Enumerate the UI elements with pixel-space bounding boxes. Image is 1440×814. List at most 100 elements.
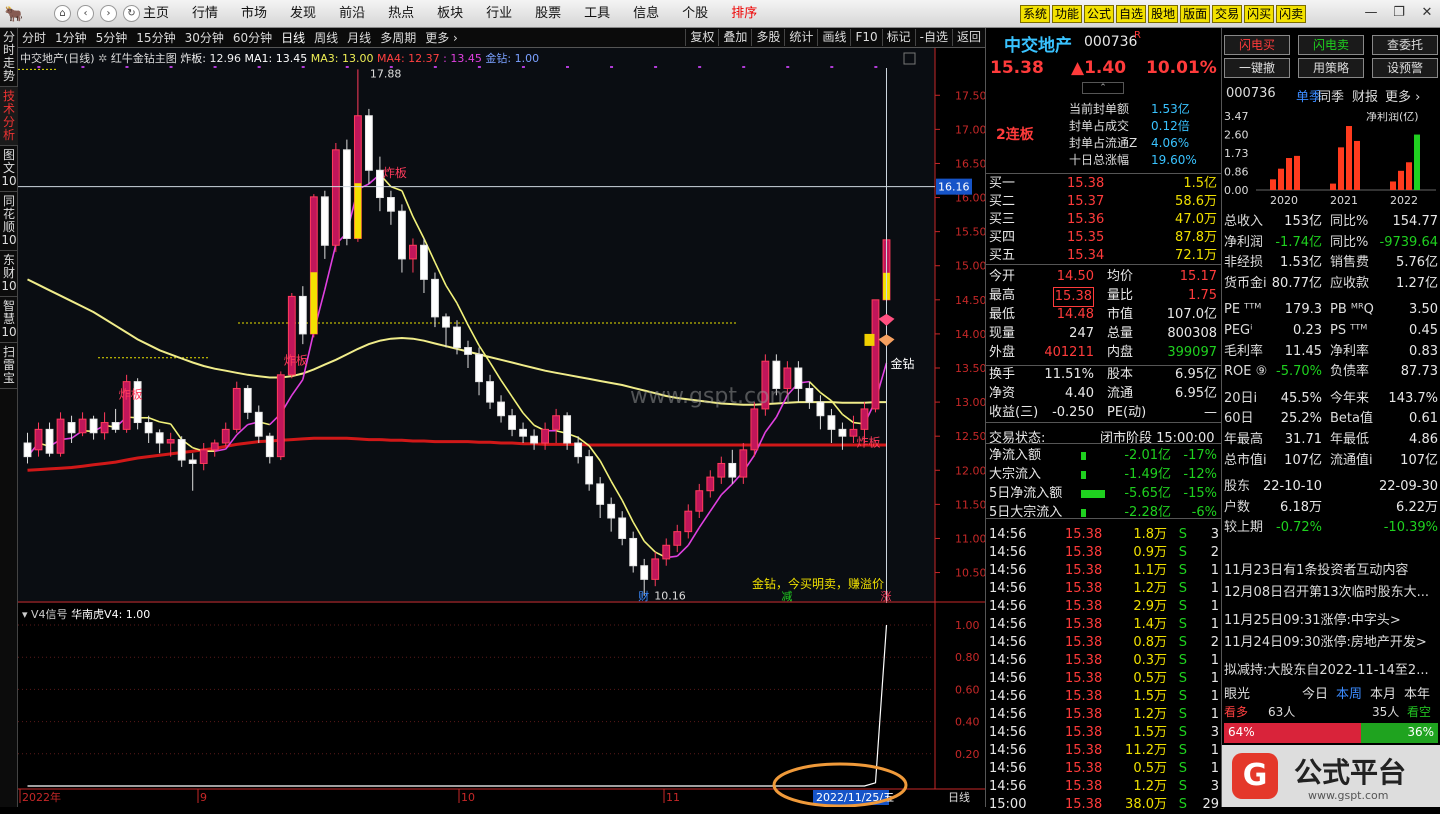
top-marker <box>830 66 834 68</box>
candlestick-chart[interactable]: 10.50 11.00 11.50 12.00 12.50 13.00 13.50 14.00… <box>18 48 985 603</box>
period-tab-8[interactable]: 月线 <box>347 30 371 46</box>
close-icon[interactable]: ✕ <box>1416 3 1438 23</box>
trade-button-0[interactable]: 闪电买 <box>1224 35 1290 55</box>
sidebar-item-1[interactable]: 技术分析 <box>0 87 18 146</box>
tool-7[interactable]: -自选 <box>914 29 952 46</box>
period-tab-10[interactable]: 更多 › <box>425 30 458 46</box>
candle[interactable] <box>309 194 318 338</box>
forward-icon[interactable]: › <box>100 5 117 22</box>
menu-item-4[interactable]: 前沿 <box>339 5 365 23</box>
bid-row[interactable]: 买二 15.37 58.6万 <box>989 193 1219 211</box>
menu-item-7[interactable]: 行业 <box>486 5 512 23</box>
candle[interactable] <box>232 381 241 433</box>
bid-row[interactable]: 买一 15.38 1.5亿 <box>989 175 1219 193</box>
home-icon[interactable]: ⌂ <box>54 5 71 22</box>
menu-item-11[interactable]: 个股 <box>682 5 708 23</box>
news-item[interactable]: 11月24日09:30涨停:房地产开发> <box>1224 631 1438 650</box>
candle[interactable] <box>750 402 759 457</box>
top-button-8[interactable]: 闪卖 <box>1276 5 1307 23</box>
menu-item-9[interactable]: 工具 <box>584 5 610 23</box>
tool-6[interactable]: 标记 <box>881 29 915 46</box>
tool-1[interactable]: 叠加 <box>718 29 751 46</box>
tool-5[interactable]: F10 <box>850 29 881 46</box>
bid-row[interactable]: 买五 15.34 72.1万 <box>989 247 1219 265</box>
back-icon[interactable]: ‹ <box>77 5 94 22</box>
period-tab-2[interactable]: 5分钟 <box>96 30 128 46</box>
sidebar-item-6[interactable]: 扫雷宝 <box>0 343 18 389</box>
menu-item-2[interactable]: 市场 <box>241 5 267 23</box>
eye-tab-3[interactable]: 本年 <box>1404 683 1430 702</box>
candle[interactable] <box>342 139 351 246</box>
fin-tab-2[interactable]: 同季 <box>1318 86 1344 105</box>
candle[interactable] <box>133 378 142 430</box>
collapse-icon[interactable]: ⌃ <box>1082 82 1124 94</box>
candle[interactable] <box>122 374 131 433</box>
tick-row: 14:56 15.38 0.9万 S 2 <box>989 544 1219 562</box>
top-button-0[interactable]: 系统 <box>1020 5 1051 23</box>
menu-item-1[interactable]: 行情 <box>192 5 218 23</box>
tool-4[interactable]: 画线 <box>817 29 850 46</box>
tool-8[interactable]: 返回 <box>951 29 985 46</box>
menu-item-8[interactable]: 股票 <box>535 5 561 23</box>
tool-3[interactable]: 统计 <box>784 29 817 46</box>
menu-item-0[interactable]: 主页 <box>143 5 169 23</box>
trade-button-3[interactable]: 一键撤 <box>1224 58 1290 78</box>
period-tab-7[interactable]: 周线 <box>314 30 338 46</box>
menu-item-3[interactable]: 发现 <box>290 5 316 23</box>
trade-button-2[interactable]: 查委托 <box>1372 35 1438 55</box>
candle[interactable] <box>56 412 65 457</box>
tool-2[interactable]: 多股 <box>751 29 784 46</box>
fin-tab-4[interactable]: 更多 › <box>1385 86 1420 105</box>
trade-button-1[interactable]: 闪电卖 <box>1298 35 1364 55</box>
fin-tab-3[interactable]: 财报 <box>1352 86 1378 105</box>
maximize-icon[interactable]: ❐ <box>1388 3 1410 23</box>
top-button-2[interactable]: 公式 <box>1084 5 1115 23</box>
sentiment-bar[interactable]: 64% 36% <box>1224 723 1438 743</box>
candle[interactable] <box>871 299 880 413</box>
bid-row[interactable]: 买四 15.35 87.8万 <box>989 229 1219 247</box>
top-button-1[interactable]: 功能 <box>1052 5 1083 23</box>
candle[interactable] <box>331 143 340 253</box>
menu-item-10[interactable]: 信息 <box>633 5 659 23</box>
sub-legend-toggle-icon[interactable]: ▾ <box>22 608 28 621</box>
period-tab-1[interactable]: 1分钟 <box>55 30 87 46</box>
trade-button-4[interactable]: 用策略 <box>1298 58 1364 78</box>
menu-item-6[interactable]: 板块 <box>437 5 463 23</box>
top-button-6[interactable]: 交易 <box>1212 5 1243 23</box>
news-item[interactable]: 11月25日09:31涨停:中字头> <box>1224 609 1438 628</box>
candle[interactable] <box>276 371 285 461</box>
sidebar-item-5[interactable]: 智慧10 <box>0 297 18 343</box>
refresh-icon[interactable]: ↻ <box>123 5 140 22</box>
settings-icon[interactable]: ✲ <box>98 52 107 65</box>
period-tab-6[interactable]: 日线 <box>281 30 305 46</box>
eye-tab-1[interactable]: 本周 <box>1336 683 1362 702</box>
sidebar-item-4[interactable]: 东财10 <box>0 251 18 297</box>
period-tab-3[interactable]: 15分钟 <box>136 30 175 46</box>
minimize-icon[interactable]: — <box>1360 3 1382 23</box>
top-button-7[interactable]: 闪买 <box>1244 5 1275 23</box>
period-tab-5[interactable]: 60分钟 <box>233 30 272 46</box>
candle-body <box>320 196 329 246</box>
top-button-5[interactable]: 版面 <box>1180 5 1211 23</box>
sidebar-item-2[interactable]: 图文10 <box>0 146 18 192</box>
legend-ma3: MA3: 13.00 <box>310 52 374 65</box>
top-button-3[interactable]: 自选 <box>1116 5 1147 23</box>
news-item[interactable]: 12月08日召开第13次临时股东大... <box>1224 581 1438 600</box>
trade-button-5[interactable]: 设预警 <box>1372 58 1438 78</box>
period-tab-4[interactable]: 30分钟 <box>185 30 224 46</box>
bid-row[interactable]: 买三 15.36 47.0万 <box>989 211 1219 229</box>
menu-item-5[interactable]: 热点 <box>388 5 414 23</box>
menu-item-12[interactable]: 排序 <box>731 5 757 23</box>
seal-value: 1.53亿 <box>1151 102 1190 116</box>
news-item[interactable]: 拟减持:大股东自2022-11-14至2... <box>1224 659 1438 678</box>
v4-signal-chart[interactable]: 1.000.800.600.400.202022年 9 10 11 2022/11/25… <box>18 603 985 807</box>
news-item[interactable]: 11月23日有1条投资者互动内容 <box>1224 559 1438 578</box>
period-tab-9[interactable]: 多周期 <box>380 30 416 46</box>
top-button-4[interactable]: 股地 <box>1148 5 1179 23</box>
eye-tab-0[interactable]: 今日 <box>1302 683 1328 702</box>
tool-0[interactable]: 复权 <box>685 29 718 46</box>
eye-tab-2[interactable]: 本月 <box>1370 683 1396 702</box>
period-tab-0[interactable]: 分时 <box>22 30 46 46</box>
sidebar-item-3[interactable]: 同花顺10 <box>0 192 18 251</box>
sidebar-item-0[interactable]: 分时走势 <box>0 28 18 87</box>
